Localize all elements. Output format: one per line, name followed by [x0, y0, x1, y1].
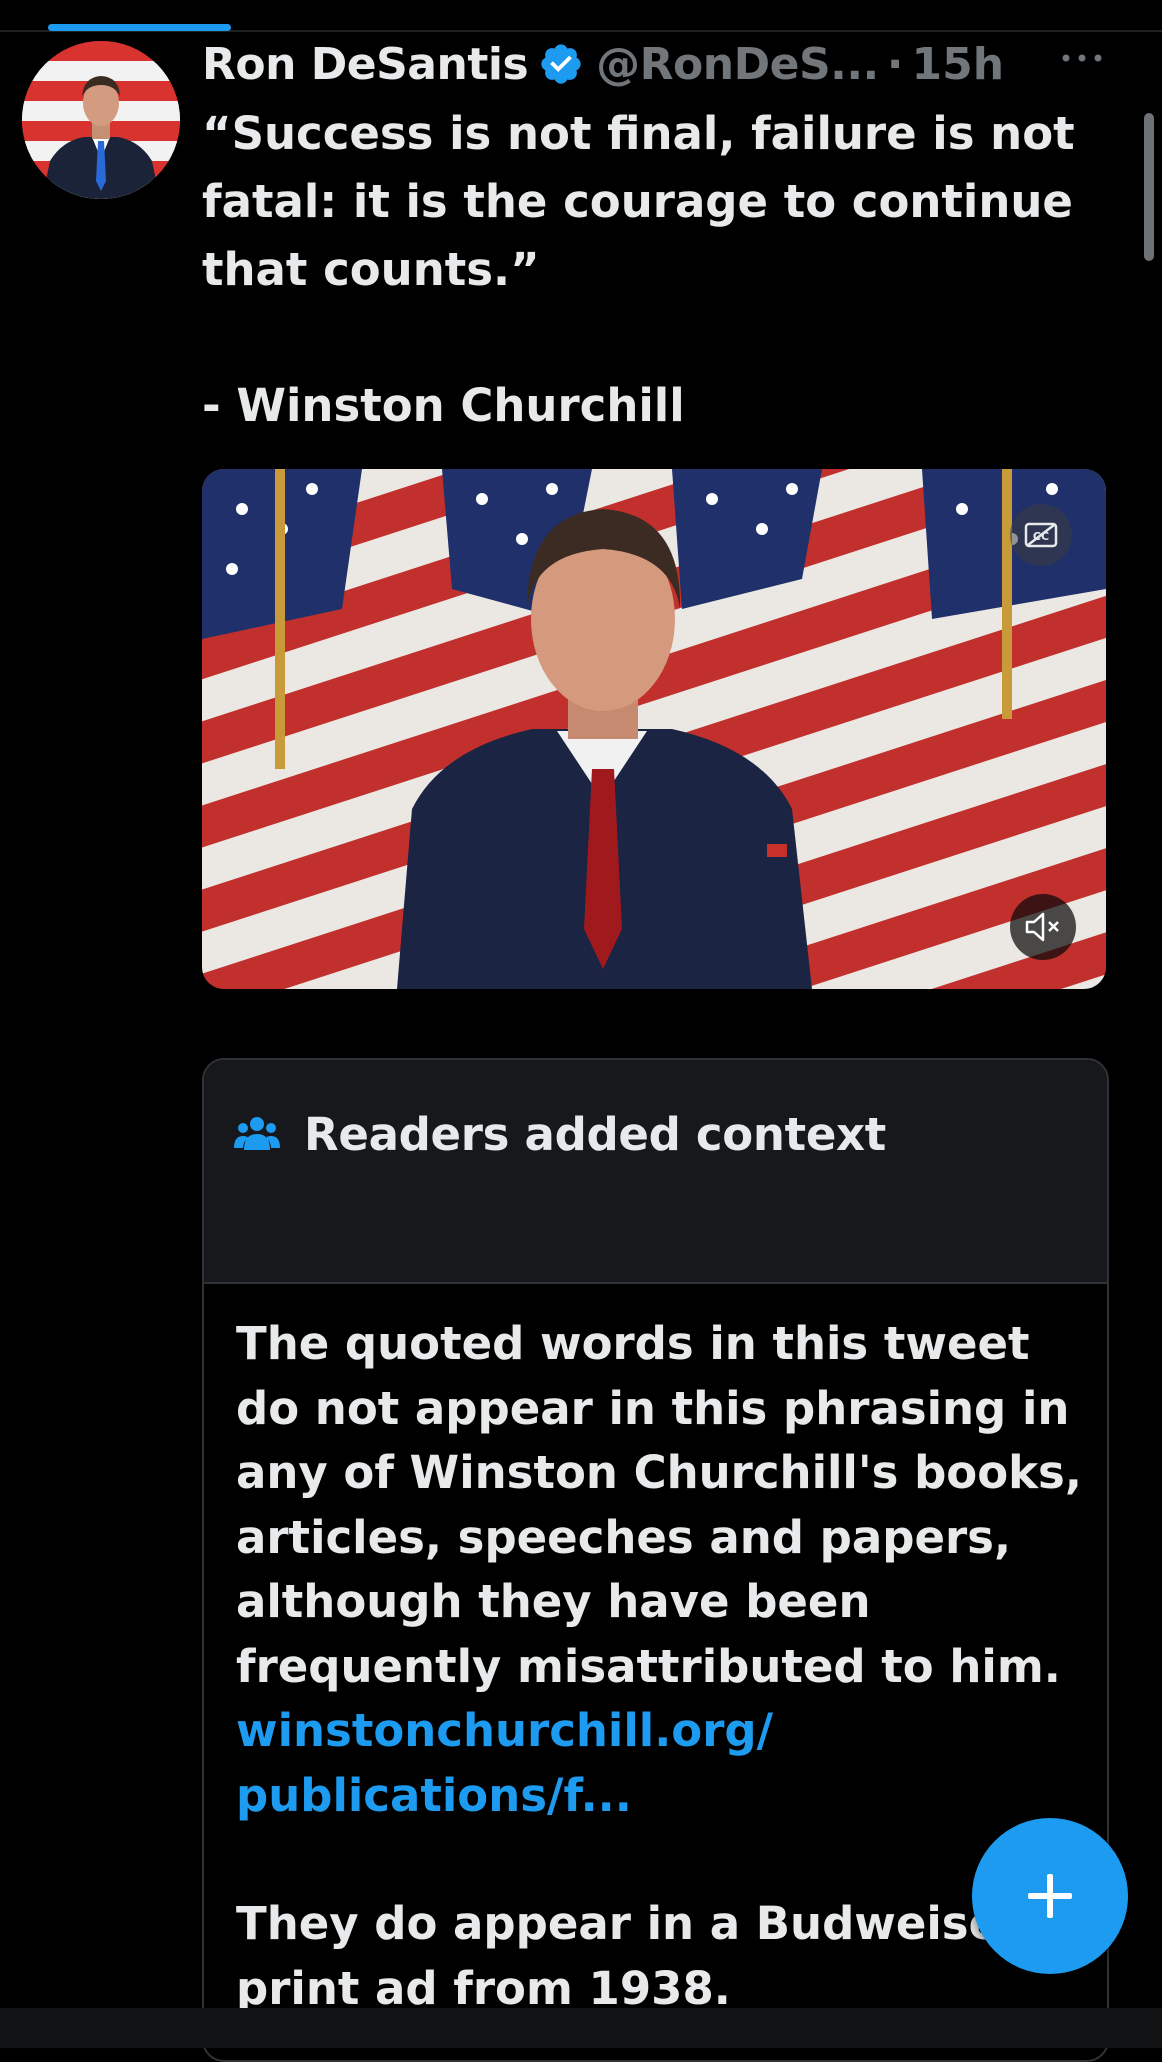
source-link[interactable]: winstonchurchill.org/: [236, 1699, 1096, 1764]
scrollbar[interactable]: [1144, 113, 1154, 261]
video-player[interactable]: [202, 469, 1106, 989]
speaker-muted-icon: [1025, 912, 1059, 942]
community-note-paragraph: The quoted words in this tweet do not ap…: [236, 1317, 1082, 1693]
closed-captions-icon: CC: [1024, 522, 1058, 548]
author-name[interactable]: Ron DeSantis: [202, 39, 529, 90]
community-note-title: Readers added context: [304, 1108, 886, 1161]
compose-button[interactable]: [972, 1818, 1128, 1974]
author-handle[interactable]: @RonDeS...: [596, 39, 879, 90]
captions-button[interactable]: CC: [1010, 504, 1072, 566]
separator-dot: ·: [886, 38, 904, 90]
community-note-header: Readers added context: [204, 1060, 1107, 1284]
tab-indicator: [48, 24, 231, 31]
people-icon: [234, 1117, 280, 1150]
avatar[interactable]: [22, 41, 180, 199]
community-note-body: The quoted words in this tweet do not ap…: [236, 1312, 1096, 2021]
bottom-bar: [0, 2008, 1162, 2048]
tweet-header: Ron DeSantis @RonDeS... · 15h: [202, 34, 1092, 94]
source-link-continued[interactable]: publications/f...: [236, 1764, 1096, 1829]
plus-icon: [1028, 1874, 1072, 1918]
verified-badge-icon: [541, 44, 581, 84]
tweet-text: “Success is not final, failure is not fa…: [202, 107, 1075, 432]
tweet-timestamp[interactable]: 15h: [912, 39, 1005, 90]
more-options-icon[interactable]: [1060, 50, 1104, 66]
community-note-paragraph-2: They do appear in a Budweiser print ad f…: [236, 1897, 1022, 2015]
mute-button[interactable]: [1010, 894, 1076, 960]
